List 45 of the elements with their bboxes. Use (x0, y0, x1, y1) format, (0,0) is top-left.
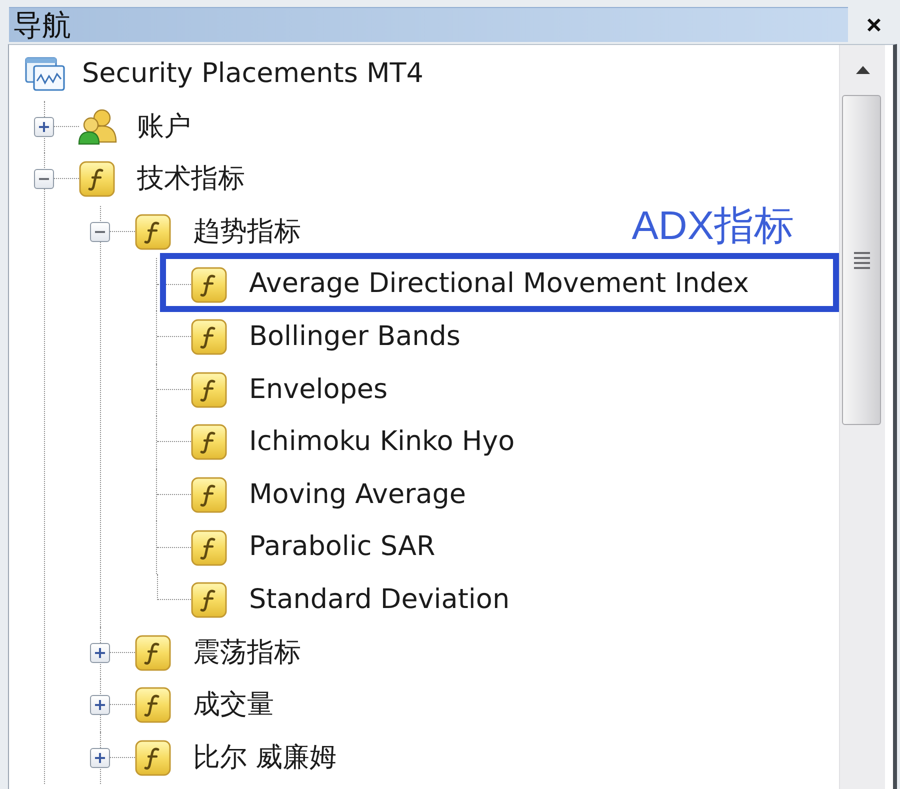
tree-item-label[interactable]: 比尔 威廉姆 (193, 742, 337, 774)
function-icon (191, 477, 227, 514)
up-arrow-icon (856, 66, 870, 74)
function-icon (191, 266, 227, 303)
tree-item-label[interactable]: Average Directional Movement Index (249, 268, 749, 301)
panel-title: 导航 (13, 10, 71, 40)
grip-icon (854, 251, 870, 269)
function-icon (79, 161, 115, 198)
tree-item-label[interactable]: 成交量 (193, 689, 274, 722)
tree-item-label[interactable]: 震荡指标 (193, 636, 301, 670)
function-icon (135, 740, 171, 776)
function-icon (135, 214, 171, 250)
scrollbar-thumb[interactable] (842, 95, 881, 425)
plus-icon (94, 752, 106, 764)
function-icon (191, 372, 227, 408)
function-icon (191, 530, 227, 566)
tree-item-label[interactable]: 技术指标 (137, 163, 245, 196)
users-icon (77, 108, 119, 146)
plus-icon (38, 120, 50, 133)
plus-icon (94, 699, 106, 712)
function-icon (191, 582, 227, 618)
chart-window-icon (25, 57, 65, 92)
tree-item-label[interactable]: Bollinger Bands (249, 321, 460, 354)
function-icon (191, 424, 227, 460)
plus-icon (94, 646, 106, 659)
tree-item-label[interactable]: Ichimoku Kinko Hyo (249, 426, 515, 459)
tree-item-label[interactable]: 账户 (137, 110, 191, 144)
expand-button[interactable] (34, 116, 54, 137)
expand-button[interactable] (90, 748, 110, 768)
expand-button[interactable] (90, 695, 110, 716)
collapse-button[interactable] (90, 222, 110, 242)
function-icon (135, 687, 171, 724)
tree-item-label[interactable]: 趋势指标 (193, 216, 301, 248)
function-icon (135, 634, 171, 671)
tree-item-label[interactable]: Envelopes (249, 374, 388, 406)
function-icon (191, 319, 227, 356)
tree-item-label[interactable]: Security Placements MT4 (82, 58, 424, 90)
close-icon (866, 16, 882, 32)
tree-item-label[interactable]: Standard Deviation (249, 584, 510, 616)
collapse-button[interactable] (34, 169, 54, 190)
vertical-scrollbar[interactable] (839, 45, 885, 789)
tree-item-label[interactable]: Moving Average (249, 478, 466, 512)
expand-button[interactable] (90, 642, 110, 663)
annotation-label: ADX指标 (632, 206, 794, 246)
tree-item-label[interactable]: Parabolic SAR (249, 531, 436, 564)
